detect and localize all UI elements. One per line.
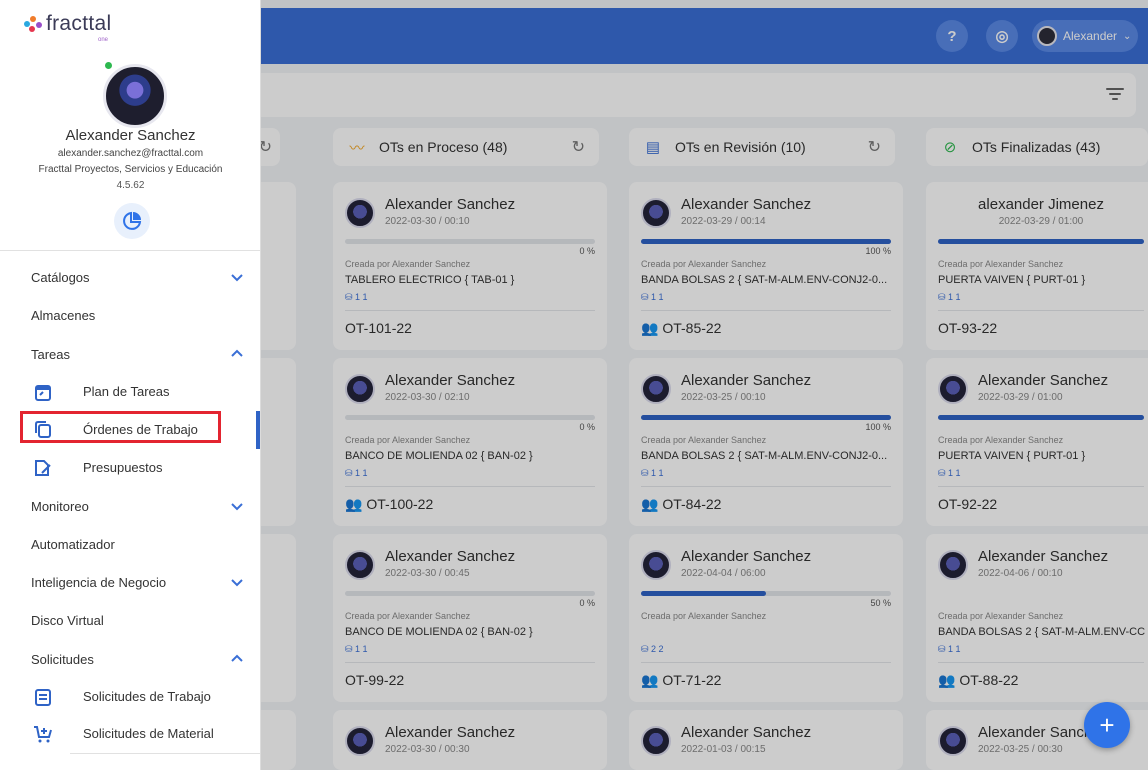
menu-label: Tareas [31, 346, 71, 362]
dashboard-button[interactable] [114, 203, 150, 239]
chevron-down-icon [231, 274, 243, 282]
profile-company: Fracttal Proyectos, Servicios y Educació… [38, 164, 223, 175]
chevron-down-icon [231, 579, 243, 587]
menu-label: Solicitudes de Trabajo [83, 689, 211, 704]
menu-label: Catálogos [31, 269, 90, 285]
edit-document-icon [35, 460, 51, 476]
menu-inteligencia-de-negocio[interactable]: Inteligencia de Negocio [0, 563, 260, 601]
menu-label: Inteligencia de Negocio [31, 574, 167, 590]
logo-dots-icon [24, 16, 42, 32]
profile-name: Alexander Sanchez [65, 127, 196, 144]
calendar-icon [35, 385, 51, 401]
chevron-up-icon [231, 349, 243, 357]
menu-label: Plan de Tareas [83, 384, 170, 399]
menu-almacenes[interactable]: Almacenes [0, 296, 260, 334]
menu-plan-de-tareas[interactable]: Plan de Tareas [0, 373, 260, 411]
menu-disco-virtual[interactable]: Disco Virtual [0, 601, 260, 639]
logo-subtitle: one [98, 37, 109, 43]
menu-presupuestos[interactable]: Presupuestos [0, 449, 260, 487]
online-status-dot [105, 62, 112, 69]
menu-label: Solicitudes de Material [83, 726, 214, 741]
menu-automatizador[interactable]: Automatizador [0, 525, 260, 563]
menu-solicitudes-de-trabajo[interactable]: Solicitudes de Trabajo [0, 678, 260, 716]
chevron-down-icon [231, 503, 243, 511]
menu-solicitudes[interactable]: Solicitudes [0, 640, 260, 678]
checklist-icon [35, 689, 51, 706]
cart-add-icon [34, 726, 52, 743]
profile-avatar[interactable] [103, 64, 167, 128]
menu-label: Presupuestos [83, 460, 163, 475]
chevron-up-icon [231, 654, 243, 662]
fracttal-logo: fracttal [24, 12, 111, 36]
pie-chart-icon [123, 211, 142, 230]
menu-monitoreo[interactable]: Monitoreo [0, 487, 260, 525]
menu-label: Monitoreo [31, 498, 89, 514]
menu-catalogos[interactable]: Catálogos [0, 258, 260, 296]
menu-label: Solicitudes [31, 651, 94, 667]
active-item-indicator [256, 411, 260, 449]
menu-tareas[interactable]: Tareas [0, 335, 260, 373]
menu-solicitudes-de-material[interactable]: Solicitudes de Material [0, 715, 260, 753]
navigation-drawer: fracttal one Alexander Sanchez alexander… [0, 0, 261, 770]
profile-email: alexander.sanchez@fracttal.com [57, 148, 204, 159]
menu-label: Disco Virtual [31, 612, 104, 628]
highlight-annotation [20, 411, 221, 443]
app-version: 4.5.62 [116, 180, 145, 191]
menu-label: Automatizador [31, 536, 115, 552]
add-button[interactable]: + [1084, 702, 1130, 748]
menu-label: Almacenes [31, 307, 96, 323]
